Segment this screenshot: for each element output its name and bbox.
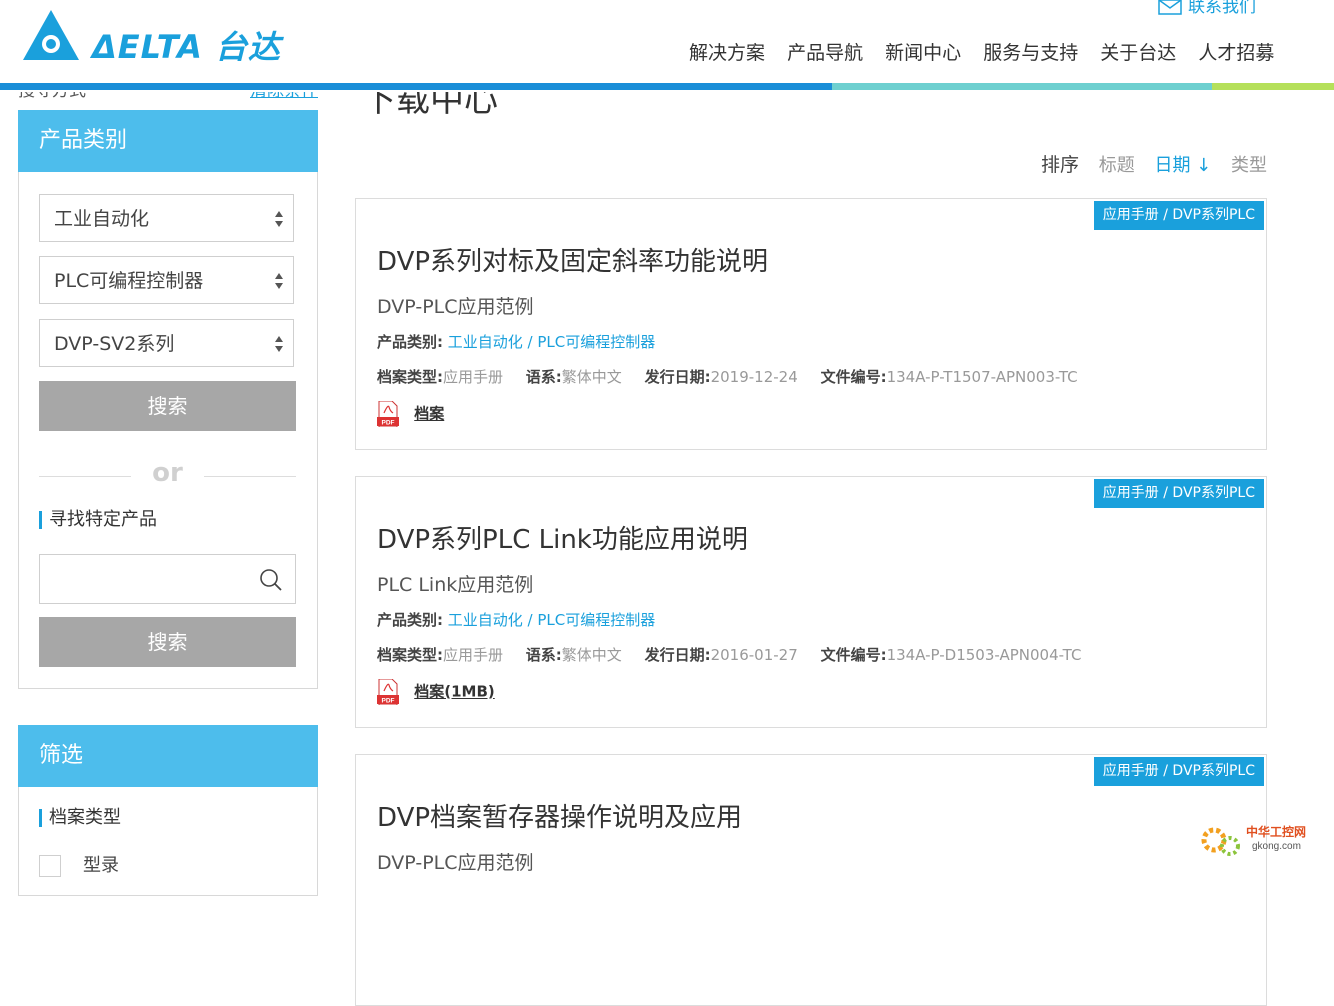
- document-subtitle: PLC Link应用范例: [377, 574, 534, 596]
- pdf-icon: PDF: [377, 401, 399, 427]
- or-text: or: [152, 458, 183, 488]
- document-file: PDF 档案(1MB): [377, 679, 495, 705]
- document-tag[interactable]: 应用手册 / DVP系列PLC: [1093, 201, 1264, 230]
- filter-panel: 筛选 档案类型 型录: [18, 725, 318, 896]
- filter-file-type-title: 档案类型: [39, 809, 121, 827]
- date-value: 2016-01-27: [710, 646, 798, 664]
- document-title[interactable]: DVP系列PLC Link功能应用说明: [377, 519, 748, 556]
- document-card: 应用手册 / DVP系列PLC DVP档案暂存器操作说明及应用 DVP-PLC应…: [355, 754, 1267, 1006]
- header-stripe-teal: [832, 83, 1212, 90]
- category-search-button[interactable]: 搜索: [39, 381, 296, 431]
- svg-text:PDF: PDF: [382, 698, 395, 705]
- category-link[interactable]: 工业自动化 / PLC可编程控制器: [448, 611, 655, 629]
- checkbox[interactable]: [39, 855, 61, 877]
- document-card: 应用手册 / DVP系列PLC DVP系列PLC Link功能应用说明 PLC …: [355, 476, 1267, 728]
- filter-option-catalog[interactable]: 型录: [39, 851, 119, 877]
- type-value: 应用手册: [443, 646, 504, 664]
- or-divider: or: [39, 458, 296, 490]
- main-nav: 解决方案 产品导航 新闻中心 服务与支持 关于台达 人才招募: [689, 38, 1290, 65]
- category-label: 产品类别:: [377, 333, 443, 351]
- document-category: 产品类别: 工业自动化 / PLC可编程控制器: [377, 331, 655, 352]
- category-select-1-value: 工业自动化: [54, 208, 150, 230]
- category-select-2[interactable]: PLC可编程控制器: [39, 256, 294, 304]
- select-arrows-icon: [275, 336, 283, 352]
- nav-products[interactable]: 产品导航: [787, 42, 863, 64]
- document-download-link[interactable]: 档案: [414, 405, 444, 423]
- category-select-3-value: DVP-SV2系列: [54, 333, 175, 355]
- contact-label: 联系我们: [1188, 0, 1256, 17]
- sort-label: 排序: [1040, 154, 1079, 176]
- sort-bar: 排序 标题 日期 ↓ 类型: [1027, 150, 1267, 177]
- filter-panel-title: 筛选: [18, 725, 318, 787]
- category-label: 产品类别:: [377, 611, 443, 629]
- site-header: ΔELTA 台达 联系我们 解决方案 产品导航 新闻中心 服务与支持 关于台达 …: [0, 0, 1334, 92]
- nav-support[interactable]: 服务与支持: [983, 42, 1078, 64]
- watermark-line-1: 中华工控网: [1246, 824, 1306, 839]
- mail-icon: [1158, 0, 1182, 15]
- pdf-icon: PDF: [377, 679, 399, 705]
- page: 搜寻方式 清除条件 下载中心 产品类别 工业自动化 PLC可编程控制器 DVP-…: [0, 0, 1334, 1006]
- code-value: 134A-P-T1507-APN003-TC: [886, 368, 1078, 386]
- document-tag[interactable]: 应用手册 / DVP系列PLC: [1093, 757, 1264, 786]
- search-icon[interactable]: [259, 568, 283, 592]
- find-product-title: 寻找特定产品: [39, 511, 157, 529]
- document-card: 应用手册 / DVP系列PLC DVP系列对标及固定斜率功能说明 DVP-PLC…: [355, 198, 1267, 450]
- sort-by-type[interactable]: 类型: [1231, 155, 1267, 176]
- product-search-field[interactable]: [39, 554, 296, 604]
- category-select-3[interactable]: DVP-SV2系列: [39, 319, 294, 367]
- document-meta: 档案类型:应用手册 语系:繁体中文 发行日期:2019-12-24 文件编号:1…: [377, 366, 1078, 387]
- lang-value: 繁体中文: [561, 646, 622, 664]
- contact-link[interactable]: 联系我们: [1158, 0, 1256, 17]
- document-title[interactable]: DVP系列对标及固定斜率功能说明: [377, 241, 768, 278]
- select-arrows-icon: [275, 211, 283, 227]
- date-label: 发行日期:: [644, 368, 711, 386]
- category-select-1[interactable]: 工业自动化: [39, 194, 294, 242]
- document-file: PDF 档案: [377, 401, 444, 427]
- lang-label: 语系:: [525, 368, 562, 386]
- divider-line: [204, 476, 296, 477]
- type-label: 档案类型:: [377, 646, 443, 664]
- logo-text: ΔELTA 台达: [92, 28, 281, 66]
- sort-by-date[interactable]: 日期 ↓: [1154, 155, 1211, 176]
- document-title[interactable]: DVP档案暂存器操作说明及应用: [377, 797, 742, 834]
- document-tag[interactable]: 应用手册 / DVP系列PLC: [1093, 479, 1264, 508]
- gkong-watermark-logo: 中华工控网 gkong.com: [1201, 824, 1306, 856]
- document-subtitle: DVP-PLC应用范例: [377, 852, 534, 874]
- type-value: 应用手册: [443, 368, 504, 386]
- date-value: 2019-12-24: [710, 368, 798, 386]
- filter-option-label: 型录: [83, 855, 119, 876]
- date-label: 发行日期:: [644, 646, 711, 664]
- document-category: 产品类别: 工业自动化 / PLC可编程控制器: [377, 609, 655, 630]
- product-search-input[interactable]: [48, 557, 252, 603]
- document-download-link[interactable]: 档案(1MB): [414, 683, 495, 701]
- nav-news[interactable]: 新闻中心: [885, 42, 961, 64]
- lang-value: 繁体中文: [561, 368, 622, 386]
- nav-careers[interactable]: 人才招募: [1198, 42, 1274, 64]
- header-stripe-green: [1212, 83, 1334, 90]
- type-label: 档案类型:: [377, 368, 443, 386]
- nav-about[interactable]: 关于台达: [1100, 42, 1176, 64]
- svg-text:PDF: PDF: [382, 420, 395, 427]
- document-meta: 档案类型:应用手册 语系:繁体中文 发行日期:2016-01-27 文件编号:1…: [377, 644, 1081, 665]
- code-value: 134A-P-D1503-APN004-TC: [886, 646, 1082, 664]
- select-arrows-icon: [275, 273, 283, 289]
- product-search-button[interactable]: 搜索: [39, 617, 296, 667]
- code-label: 文件编号:: [820, 368, 887, 386]
- sort-by-title[interactable]: 标题: [1099, 155, 1135, 176]
- header-stripe-blue: [0, 83, 832, 90]
- document-subtitle: DVP-PLC应用范例: [377, 296, 534, 318]
- watermark-line-2: gkong.com: [1252, 841, 1301, 852]
- lang-label: 语系:: [525, 646, 562, 664]
- category-link[interactable]: 工业自动化 / PLC可编程控制器: [448, 333, 655, 351]
- nav-solutions[interactable]: 解决方案: [689, 42, 765, 64]
- category-select-2-value: PLC可编程控制器: [54, 270, 204, 292]
- code-label: 文件编号:: [820, 646, 887, 664]
- category-panel: 产品类别 工业自动化 PLC可编程控制器 DVP-SV2系列 搜索 or 寻找特…: [18, 110, 318, 689]
- category-panel-title: 产品类别: [18, 110, 318, 172]
